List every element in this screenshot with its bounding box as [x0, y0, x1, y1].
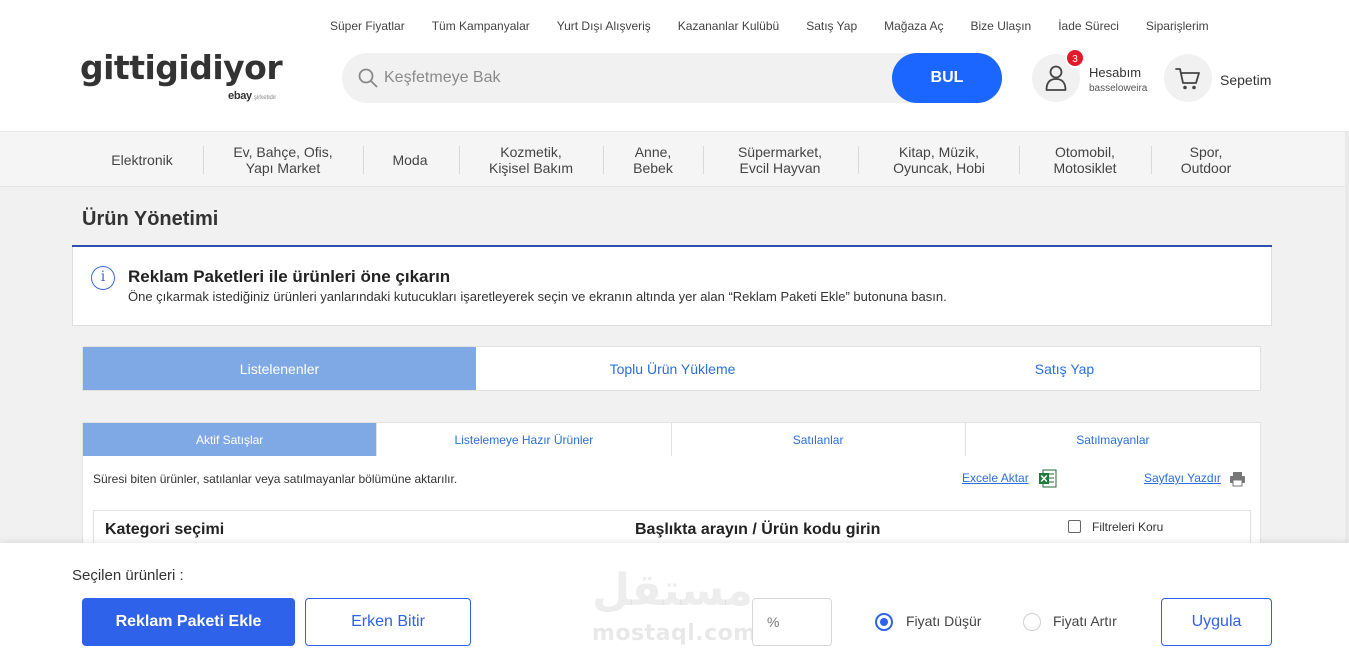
category-kozmetik[interactable]: Kozmetik, Kişisel Bakım — [466, 132, 596, 188]
category-label: Otomobil, — [1055, 144, 1115, 160]
export-excel-link[interactable]: Excele Aktar — [962, 471, 1029, 485]
price-up-label[interactable]: Fiyatı Artır — [1053, 613, 1117, 629]
category-label-2: Outdoor — [1180, 160, 1232, 176]
watermark-arabic: مستقل — [592, 565, 753, 616]
site-logo[interactable]: gittigidiyor ebay şirketidir — [80, 48, 283, 103]
cart-label[interactable]: Sepetim — [1220, 72, 1271, 88]
apply-button[interactable]: Uygula — [1161, 598, 1272, 646]
category-divider — [363, 146, 364, 174]
category-label: Elektronik — [111, 152, 173, 168]
logo-sub-note: şirketidir — [253, 95, 277, 101]
price-down-radio[interactable] — [875, 613, 893, 631]
category-nav: Elektronik Ev, Bahçe, Ofis, Yapı Market M… — [0, 131, 1349, 187]
info-heading: Reklam Paketleri ile ürünleri öne çıkarı… — [128, 267, 451, 286]
logo-subtext: ebay şirketidir — [228, 90, 276, 102]
tab-toplu-urun-yukleme[interactable]: Toplu Ürün Yükleme — [476, 347, 869, 390]
info-description: Öne çıkarmak istediğiniz ürünleri yanlar… — [128, 289, 947, 304]
print-page-link[interactable]: Sayfayı Yazdır — [1144, 471, 1221, 485]
selected-products-label: Seçilen ürünleri : — [72, 567, 184, 584]
page-title: Ürün Yönetimi — [82, 208, 219, 230]
main-tabs: Listelenenler Toplu Ürün Yükleme Satış Y… — [82, 346, 1261, 391]
keep-filters-label[interactable]: Filtreleri Koru — [1092, 520, 1163, 534]
category-divider — [858, 146, 859, 174]
add-ad-package-button[interactable]: Reklam Paketi Ekle — [82, 598, 295, 646]
search-button[interactable]: BUL — [892, 53, 1002, 103]
logo-ebay: ebay — [228, 90, 252, 102]
top-link-magaza-ac[interactable]: Mağaza Aç — [884, 19, 943, 33]
top-link-super-fiyatlar[interactable]: Süper Fiyatlar — [330, 19, 405, 33]
category-divider — [459, 146, 460, 174]
category-label: Kozmetik, — [500, 144, 562, 160]
sub-tabs: Aktif Satışlar Listelemeye Hazır Ürünler… — [82, 422, 1261, 457]
scrollbar[interactable] — [1345, 131, 1349, 551]
category-kitap[interactable]: Kitap, Müzik, Oyuncak, Hobi — [865, 132, 1013, 188]
category-label-2: Bebek — [633, 160, 673, 176]
cart-button[interactable] — [1164, 54, 1212, 102]
top-link-yurt-disi[interactable]: Yurt Dışı Alışveriş — [557, 19, 651, 33]
top-link-satis-yap[interactable]: Satış Yap — [806, 19, 857, 33]
bottom-action-bar: Seçilen ürünleri : Reklam Paketi Ekle Er… — [0, 543, 1349, 661]
category-label: Süpermarket, — [737, 144, 823, 160]
category-divider — [1151, 146, 1152, 174]
notification-badge: 3 — [1065, 48, 1085, 68]
cart-icon — [1175, 68, 1200, 90]
info-icon: i — [91, 266, 115, 290]
tab-satis-yap[interactable]: Satış Yap — [869, 347, 1260, 390]
subtab-listelemeye-hazir[interactable]: Listelemeye Hazır Ürünler — [377, 423, 672, 456]
category-divider — [1019, 146, 1020, 174]
category-divider — [703, 146, 704, 174]
top-link-tum-kampanyalar[interactable]: Tüm Kampanyalar — [432, 19, 530, 33]
site-header: Süper Fiyatlar Tüm Kampanyalar Yurt Dışı… — [0, 0, 1349, 131]
category-spor[interactable]: Spor, Outdoor — [1158, 132, 1254, 188]
top-link-siparislerim[interactable]: Siparişlerim — [1146, 19, 1209, 33]
price-down-label[interactable]: Fiyatı Düşür — [906, 613, 981, 629]
top-link-bize-ulasin[interactable]: Bize Ulaşın — [971, 19, 1032, 33]
category-moda[interactable]: Moda — [370, 132, 450, 188]
category-label-2: Kişisel Bakım — [488, 160, 574, 176]
watermark-logo: مستقل mostaql.com — [592, 565, 762, 649]
search-icon — [358, 68, 378, 93]
keep-filters-checkbox[interactable] — [1068, 520, 1081, 533]
user-icon — [1045, 65, 1067, 91]
excel-icon[interactable] — [1038, 469, 1057, 493]
category-label: Spor, — [1189, 144, 1223, 160]
watermark-latin: mostaql.com — [592, 621, 757, 646]
category-label-2: Evcil Hayvan — [739, 160, 821, 176]
tab-listelenenler[interactable]: Listelenenler — [83, 347, 476, 390]
listing-note: Süresi biten ürünler, satılanlar veya sa… — [93, 472, 458, 486]
category-ev-bahce[interactable]: Ev, Bahçe, Ofis, Yapı Market — [210, 132, 356, 188]
category-label: Moda — [392, 152, 428, 168]
top-link-kazananlar[interactable]: Kazananlar Kulübü — [678, 19, 779, 33]
subtab-satilmayanlar[interactable]: Satılmayanlar — [966, 423, 1260, 456]
category-supermarket[interactable]: Süpermarket, Evcil Hayvan — [710, 132, 850, 188]
category-label-2: Motosiklet — [1053, 160, 1117, 176]
subtab-aktif-satislar[interactable]: Aktif Satışlar — [83, 423, 378, 456]
category-otomobil[interactable]: Otomobil, Motosiklet — [1026, 132, 1144, 188]
search-input[interactable] — [384, 53, 924, 103]
info-box: i Reklam Paketleri ile ürünleri öne çıka… — [72, 247, 1272, 326]
search-bar: BUL — [342, 53, 1002, 103]
category-elektronik[interactable]: Elektronik — [92, 132, 192, 188]
listing-panel: Süresi biten ürünler, satılanlar veya sa… — [82, 456, 1261, 556]
subtab-satilanlar[interactable]: Satılanlar — [672, 423, 966, 456]
printer-icon[interactable] — [1229, 471, 1246, 492]
percent-input[interactable] — [752, 598, 832, 646]
category-anne-bebek[interactable]: Anne, Bebek — [610, 132, 696, 188]
logo-text: gittigidiyor — [80, 48, 283, 87]
price-up-radio[interactable] — [1023, 613, 1041, 631]
category-label: Anne, — [634, 144, 672, 160]
account-username: basseloweira — [1089, 83, 1148, 94]
account-label[interactable]: Hesabım — [1089, 65, 1141, 80]
category-label-2: Oyuncak, Hobi — [893, 160, 985, 176]
category-label: Ev, Bahçe, Ofis, — [233, 144, 333, 160]
category-selection-label: Kategori seçimi — [105, 521, 225, 538]
top-links: Süper Fiyatlar Tüm Kampanyalar Yurt Dışı… — [330, 19, 1236, 33]
title-search-label: Başlıkta arayın / Ürün kodu girin — [635, 521, 881, 538]
category-label: Kitap, Müzik, — [898, 144, 980, 160]
top-link-iade[interactable]: İade Süreci — [1058, 19, 1119, 33]
category-divider — [603, 146, 604, 174]
end-early-button[interactable]: Erken Bitir — [305, 598, 471, 646]
category-label-2: Yapı Market — [245, 160, 321, 176]
category-divider — [203, 146, 204, 174]
